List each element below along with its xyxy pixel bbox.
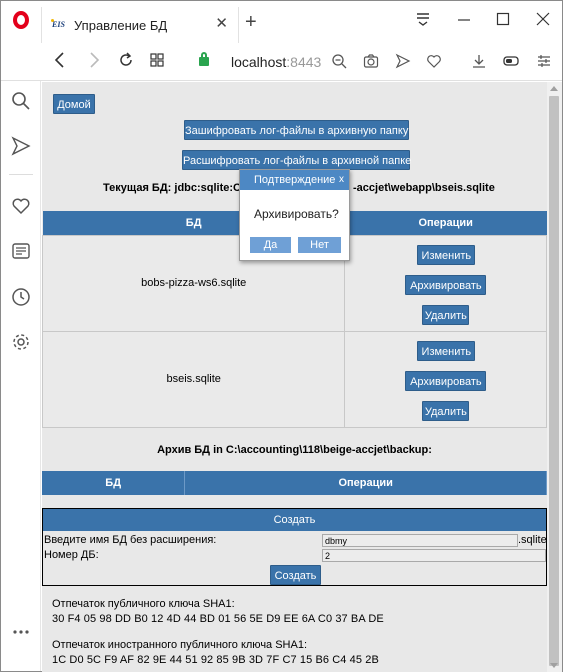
url-text: localhost:8443 <box>231 54 322 70</box>
delete-button[interactable]: Удалить <box>422 304 470 325</box>
url-field[interactable]: localhost:8443 <box>191 49 453 75</box>
news-icon[interactable] <box>11 241 31 261</box>
operations-cell: Изменить Архивировать Удалить <box>344 234 547 332</box>
column-header-operations: Операции <box>344 211 547 235</box>
create-submit-button[interactable]: Создать <box>270 565 321 585</box>
create-db-form: Создать Введите имя БД без расширения: .… <box>42 508 547 586</box>
search-zoom-icon[interactable] <box>331 53 347 73</box>
yes-button[interactable]: Да <box>250 237 291 253</box>
forward-icon[interactable] <box>88 51 100 73</box>
scroll-thumb[interactable] <box>549 96 559 666</box>
edit-button[interactable]: Изменить <box>417 340 476 361</box>
db-number-input[interactable] <box>322 549 546 562</box>
close-window-icon[interactable] <box>536 11 550 32</box>
opera-icon[interactable] <box>13 11 29 29</box>
settings-sliders-icon[interactable] <box>536 53 552 73</box>
archive-button[interactable]: Архивировать <box>405 370 487 391</box>
scroll-down-arrow-icon[interactable] <box>550 663 558 668</box>
lock-icon <box>199 52 209 66</box>
archive-table: БД Операции <box>42 471 547 495</box>
foreign-key-label: Отпечаток иностранного публичного ключа … <box>52 639 308 651</box>
sidebar <box>1 81 41 671</box>
scroll-up-arrow-icon[interactable] <box>550 86 558 91</box>
browser-window: EIS Управление БД ✕ + localhost:8443 Дом… <box>0 0 563 672</box>
address-bar: localhost:8443 <box>1 43 562 81</box>
operations-cell: Изменить Архивировать Удалить <box>344 330 547 428</box>
new-tab-button[interactable]: + <box>245 12 257 32</box>
maximize-icon[interactable] <box>496 11 510 32</box>
tab-title: Управление БД <box>74 18 168 33</box>
battery-icon[interactable] <box>503 53 521 73</box>
column-header-operations: Операции <box>184 471 547 495</box>
favicon-icon: EIS <box>51 18 68 32</box>
db-name-label: Введите имя БД без расширения: <box>44 534 217 546</box>
table-row: bseis.sqlite Изменить Архивировать Удали… <box>42 330 547 428</box>
foreign-key-value: 1C D0 5C F9 AF 82 9E 44 51 92 85 9B 3D 7… <box>52 654 379 666</box>
camera-icon[interactable] <box>363 53 379 73</box>
db-number-label: Номер ДБ: <box>44 549 99 561</box>
dialog-close-icon[interactable]: x <box>339 170 344 190</box>
browser-tab[interactable]: EIS Управление БД ✕ <box>41 7 239 43</box>
home-button[interactable]: Домой <box>53 94 95 114</box>
settings-icon[interactable] <box>11 332 31 352</box>
tab-menu-icon[interactable] <box>415 11 431 32</box>
send-icon[interactable] <box>11 136 31 156</box>
no-button[interactable]: Нет <box>298 237 341 253</box>
reload-icon[interactable] <box>118 51 134 73</box>
send-icon[interactable] <box>395 53 411 73</box>
sidebar-divider <box>9 174 33 175</box>
public-key-label: Отпечаток публичного ключа SHA1: <box>52 598 235 610</box>
edit-button[interactable]: Изменить <box>417 244 476 265</box>
heart-icon[interactable] <box>11 196 31 216</box>
archive-table-header: БД Операции <box>42 471 547 495</box>
db-name-cell: bseis.sqlite <box>42 330 346 428</box>
more-icon[interactable] <box>11 622 31 642</box>
history-icon[interactable] <box>11 287 31 307</box>
create-form-header: Создать <box>43 509 546 531</box>
confirm-dialog: Подтверждение x Архивировать? Да Нет <box>239 169 350 261</box>
heart-icon[interactable] <box>426 53 442 73</box>
db-name-input[interactable] <box>322 534 518 547</box>
dialog-title: Подтверждение <box>240 170 349 190</box>
minimize-icon[interactable] <box>457 11 471 32</box>
delete-button[interactable]: Удалить <box>422 400 470 421</box>
back-icon[interactable] <box>54 51 66 73</box>
tab-close-icon[interactable]: ✕ <box>215 16 228 32</box>
db-extension-label: .sqlite <box>518 534 547 546</box>
archive-title: Архив БД in C:\accounting\118\beige-accj… <box>157 444 432 456</box>
search-icon[interactable] <box>11 91 31 111</box>
download-icon[interactable] <box>471 53 487 73</box>
archive-button[interactable]: Архивировать <box>405 274 487 295</box>
column-header-db: БД <box>42 471 186 495</box>
dialog-message: Архивировать? <box>254 207 339 221</box>
vertical-scrollbar[interactable] <box>547 82 562 672</box>
speed-dial-icon[interactable] <box>149 51 165 73</box>
public-key-value: 30 F4 05 98 DD B0 12 4D 44 BD 01 56 5E D… <box>52 613 384 625</box>
decrypt-logs-button[interactable]: Расшифровать лог-файлы в архивной папке <box>182 150 411 170</box>
tab-strip: EIS Управление БД ✕ + <box>1 1 562 43</box>
encrypt-logs-button[interactable]: Зашифровать лог-файлы в архивную папку <box>184 120 409 140</box>
